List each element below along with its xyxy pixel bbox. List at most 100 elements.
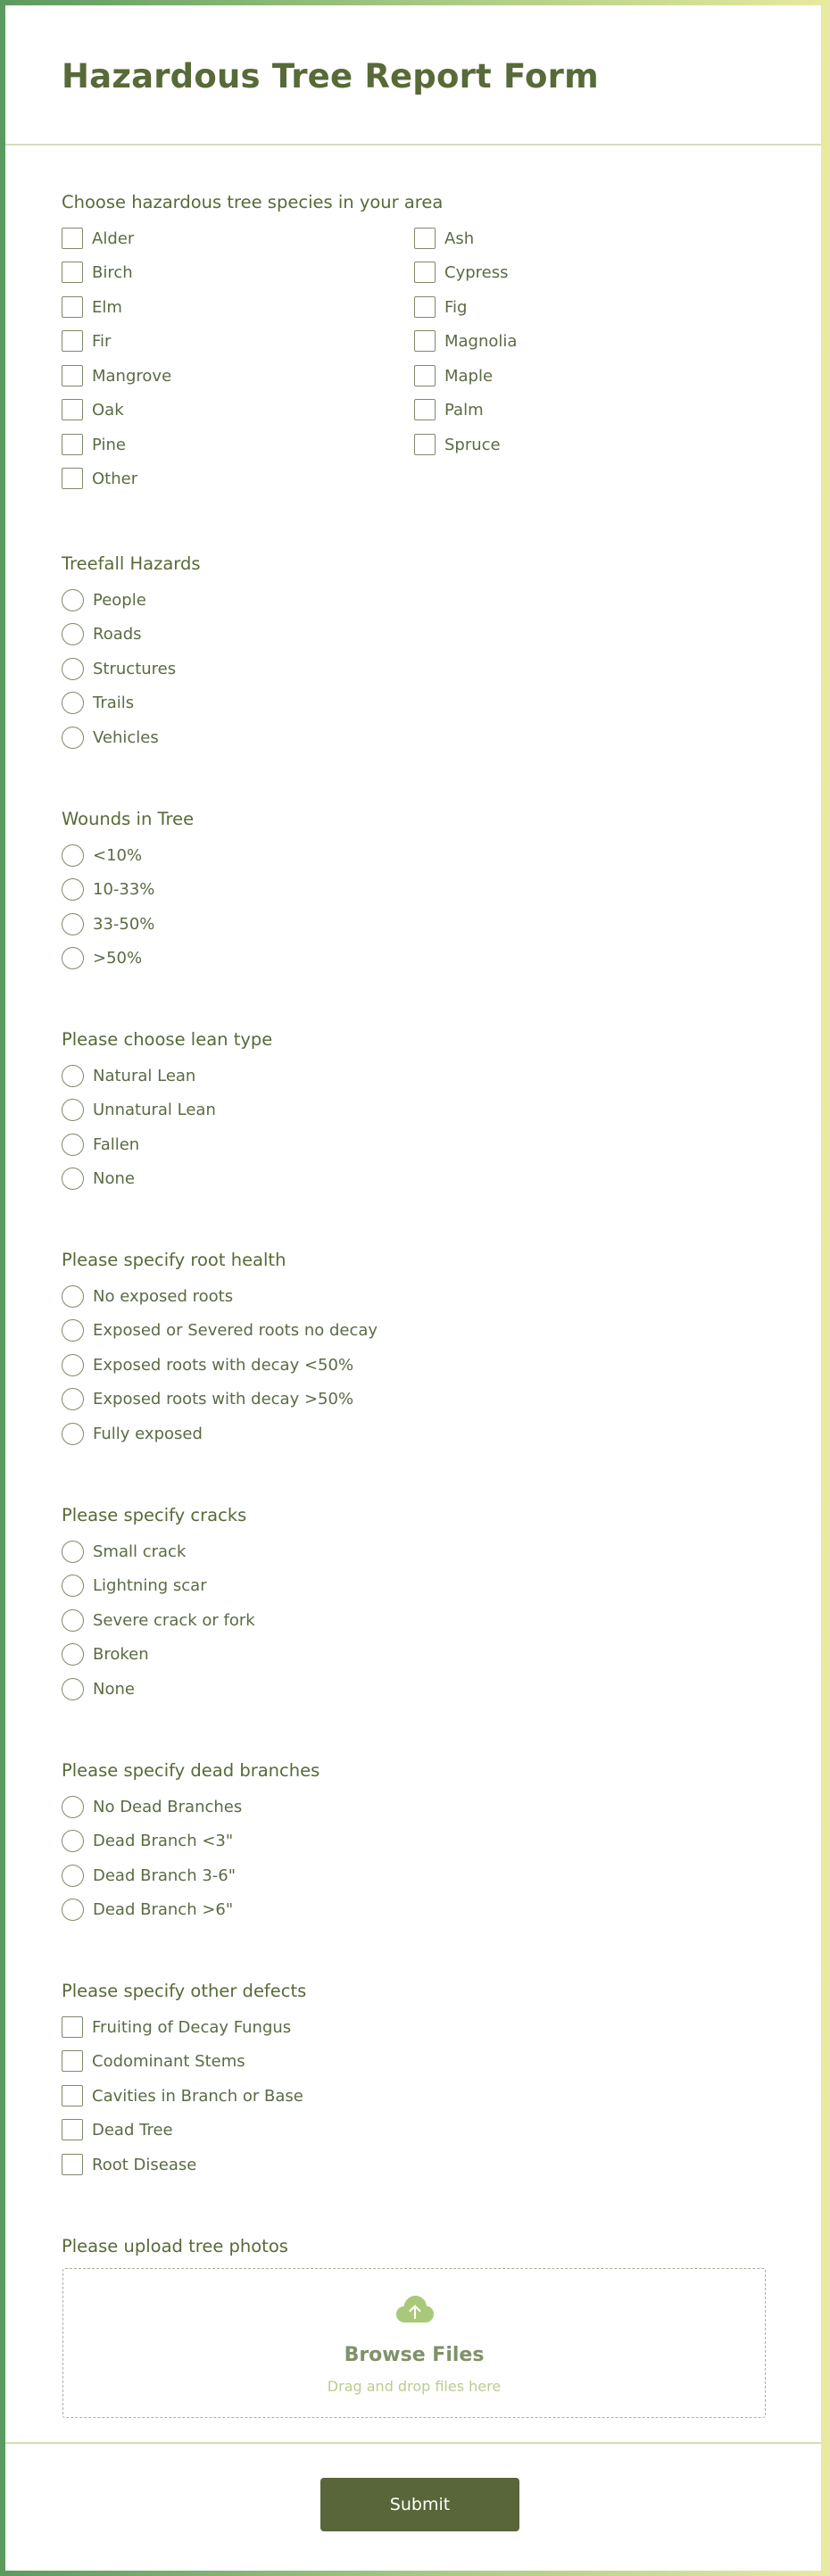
species-option-magnolia[interactable]: Magnolia xyxy=(414,328,517,354)
radio-button[interactable] xyxy=(62,1574,84,1597)
treefall-option[interactable]: Roads xyxy=(62,620,142,647)
roots-option[interactable]: Exposed roots with decay >50% xyxy=(62,1385,353,1412)
checkbox[interactable] xyxy=(62,468,83,489)
defects-option[interactable]: Dead Tree xyxy=(62,2116,173,2143)
radio-button[interactable] xyxy=(62,1540,84,1563)
cracks-option[interactable]: Severe crack or fork xyxy=(62,1607,255,1633)
wounds-option[interactable]: <10% xyxy=(62,842,142,868)
defects-option[interactable]: Cavities in Branch or Base xyxy=(62,2082,303,2109)
radio-button[interactable] xyxy=(62,691,84,714)
species-option-ash[interactable]: Ash xyxy=(414,225,474,252)
cracks-title: Please specify cracks xyxy=(62,1505,247,1525)
radio-button[interactable] xyxy=(62,1642,84,1666)
radio-button[interactable] xyxy=(62,1318,84,1342)
lean-option[interactable]: Unnatural Lean xyxy=(62,1096,216,1123)
radio-button[interactable] xyxy=(62,622,84,645)
treefall-option[interactable]: Vehicles xyxy=(62,724,159,751)
branches-option[interactable]: Dead Branch <3" xyxy=(62,1827,233,1854)
radio-button[interactable] xyxy=(62,657,84,680)
branches-option[interactable]: No Dead Branches xyxy=(62,1793,242,1820)
checkbox[interactable] xyxy=(62,399,83,420)
species-option-palm[interactable]: Palm xyxy=(414,396,484,423)
browse-files-button[interactable]: Browse Files xyxy=(63,2344,765,2366)
species-option-spruce[interactable]: Spruce xyxy=(414,431,501,458)
species-option-maple[interactable]: Maple xyxy=(414,362,493,389)
checkbox[interactable] xyxy=(62,262,83,283)
radio-button[interactable] xyxy=(62,1898,84,1921)
checkbox[interactable] xyxy=(62,296,83,318)
radio-button[interactable] xyxy=(62,912,84,935)
radio-button[interactable] xyxy=(62,1387,84,1410)
radio-button[interactable] xyxy=(62,1098,84,1121)
branches-option[interactable]: Dead Branch 3-6" xyxy=(62,1862,236,1889)
species-option-alder[interactable]: Alder xyxy=(62,225,134,252)
radio-button[interactable] xyxy=(62,1422,84,1445)
radio-button[interactable] xyxy=(62,1353,84,1376)
roots-option[interactable]: Exposed or Severed roots no decay xyxy=(62,1317,378,1343)
roots-option[interactable]: Exposed roots with decay <50% xyxy=(62,1351,353,1378)
cracks-option[interactable]: Small crack xyxy=(62,1538,186,1565)
checkbox[interactable] xyxy=(414,330,436,352)
checkbox[interactable] xyxy=(414,399,436,420)
treefall-option[interactable]: People xyxy=(62,586,146,613)
radio-button[interactable] xyxy=(62,1167,84,1190)
checkbox[interactable] xyxy=(414,365,436,386)
treefall-option[interactable]: Trails xyxy=(62,689,134,716)
checkbox[interactable] xyxy=(62,2085,83,2107)
treefall-option[interactable]: Structures xyxy=(62,655,176,682)
species-option-birch[interactable]: Birch xyxy=(62,259,133,286)
lean-option[interactable]: None xyxy=(62,1165,135,1192)
species-option-oak[interactable]: Oak xyxy=(62,396,124,423)
radio-button[interactable] xyxy=(62,1064,84,1087)
submit-button[interactable]: Submit xyxy=(320,2478,519,2531)
roots-option[interactable]: No exposed roots xyxy=(62,1283,233,1309)
radio-button[interactable] xyxy=(62,877,84,901)
radio-button[interactable] xyxy=(62,1133,84,1156)
drag-drop-hint: Drag and drop files here xyxy=(327,2378,502,2395)
checkbox[interactable] xyxy=(62,228,83,249)
defects-option[interactable]: Root Disease xyxy=(62,2151,196,2178)
species-option-other[interactable]: Other xyxy=(62,465,137,492)
roots-section: Please specify root health No exposed ro… xyxy=(62,1247,776,1445)
radio-button[interactable] xyxy=(62,726,84,749)
radio-button[interactable] xyxy=(62,946,84,969)
checkbox[interactable] xyxy=(414,296,436,318)
radio-button[interactable] xyxy=(62,1795,84,1818)
checkbox[interactable] xyxy=(62,2050,83,2072)
checkbox[interactable] xyxy=(62,2154,83,2175)
species-option-fig[interactable]: Fig xyxy=(414,294,467,320)
roots-option[interactable]: Fully exposed xyxy=(62,1420,203,1447)
checkbox[interactable] xyxy=(414,434,436,455)
checkbox[interactable] xyxy=(414,262,436,283)
checkbox[interactable] xyxy=(62,434,83,455)
checkbox[interactable] xyxy=(62,2016,83,2038)
lean-option[interactable]: Fallen xyxy=(62,1131,139,1158)
species-option-mangrove[interactable]: Mangrove xyxy=(62,362,171,389)
species-option-elm[interactable]: Elm xyxy=(62,294,122,320)
file-dropzone[interactable]: Browse Files Drag and drop files here xyxy=(62,2268,766,2418)
branches-option[interactable]: Dead Branch >6" xyxy=(62,1896,233,1923)
checkbox[interactable] xyxy=(62,2119,83,2140)
radio-button[interactable] xyxy=(62,1677,84,1700)
radio-button[interactable] xyxy=(62,1864,84,1887)
radio-button[interactable] xyxy=(62,843,84,867)
radio-button[interactable] xyxy=(62,1284,84,1308)
species-option-pine[interactable]: Pine xyxy=(62,431,126,458)
checkbox[interactable] xyxy=(62,365,83,386)
species-option-cypress[interactable]: Cypress xyxy=(414,259,508,286)
lean-option[interactable]: Natural Lean xyxy=(62,1062,195,1089)
wounds-option[interactable]: 33-50% xyxy=(62,910,154,937)
radio-button[interactable] xyxy=(62,1829,84,1852)
wounds-option[interactable]: 10-33% xyxy=(62,876,154,902)
cracks-option[interactable]: Broken xyxy=(62,1641,149,1667)
defects-option[interactable]: Codominant Stems xyxy=(62,2048,245,2074)
checkbox[interactable] xyxy=(62,330,83,352)
defects-option[interactable]: Fruiting of Decay Fungus xyxy=(62,2014,291,2040)
cracks-option[interactable]: None xyxy=(62,1675,135,1702)
radio-button[interactable] xyxy=(62,588,84,611)
cracks-option[interactable]: Lightning scar xyxy=(62,1572,207,1599)
species-option-fir[interactable]: Fir xyxy=(62,328,111,354)
checkbox[interactable] xyxy=(414,228,436,249)
wounds-option[interactable]: >50% xyxy=(62,944,142,971)
radio-button[interactable] xyxy=(62,1608,84,1632)
